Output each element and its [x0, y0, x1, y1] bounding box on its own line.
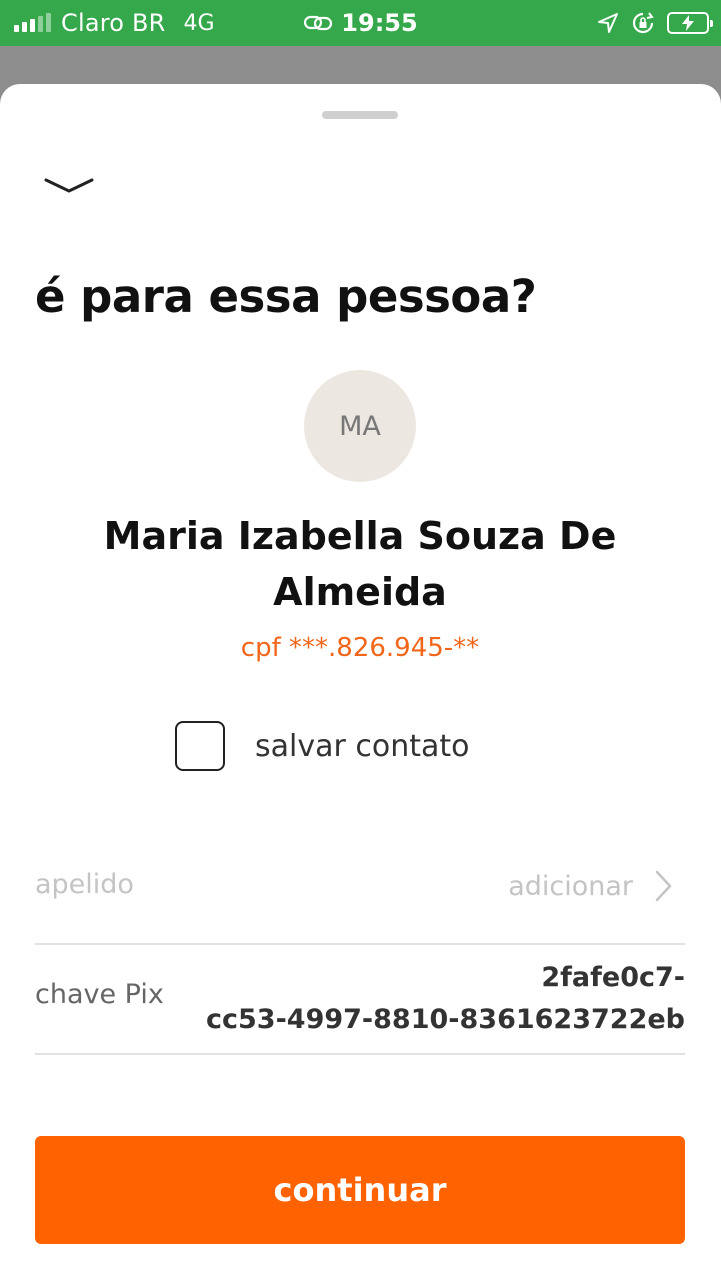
save-contact-checkbox[interactable]	[175, 721, 225, 771]
avatar: MA	[304, 370, 416, 482]
dismiss-button[interactable]	[40, 166, 100, 206]
recipient-cpf: cpf ***.826.945-**	[240, 633, 480, 663]
pix-key-row: chave Pix 2fafe0c7- cc53-4997-8810-83616…	[35, 943, 685, 1055]
pix-key-label: chave Pix	[35, 979, 164, 1010]
add-nickname-action[interactable]: adicionar	[508, 869, 673, 903]
link-icon	[304, 15, 333, 31]
status-bar: Claro BR 4G 19:55	[0, 0, 721, 46]
recipient-name: Maria Izabella Souza De Almeida	[103, 514, 617, 614]
save-contact-label: salvar contato	[255, 728, 470, 764]
clock: 19:55	[341, 9, 418, 37]
continue-button[interactable]: continuar	[35, 1136, 685, 1244]
chevron-down-icon	[44, 178, 94, 193]
rotation-lock-icon	[632, 12, 654, 34]
location-arrow-icon	[598, 13, 618, 33]
page-title: é para essa pessoa?	[35, 270, 537, 323]
battery-charging-icon	[667, 12, 713, 34]
status-right	[597, 8, 713, 38]
sheet-grabber[interactable]	[322, 111, 398, 119]
confirm-recipient-sheet: é para essa pessoa? MA Maria Izabella So…	[0, 84, 721, 1280]
pix-key-value: 2fafe0c7- cc53-4997-8810-8361623722eb	[206, 962, 685, 1035]
nickname-label: apelido	[35, 869, 134, 900]
nickname-row[interactable]: apelido adicionar	[35, 849, 685, 945]
add-nickname-label: adicionar	[508, 870, 633, 902]
avatar-initials: MA	[339, 410, 381, 442]
chevron-right-icon	[655, 870, 672, 902]
save-contact-row[interactable]: salvar contato	[175, 719, 469, 773]
